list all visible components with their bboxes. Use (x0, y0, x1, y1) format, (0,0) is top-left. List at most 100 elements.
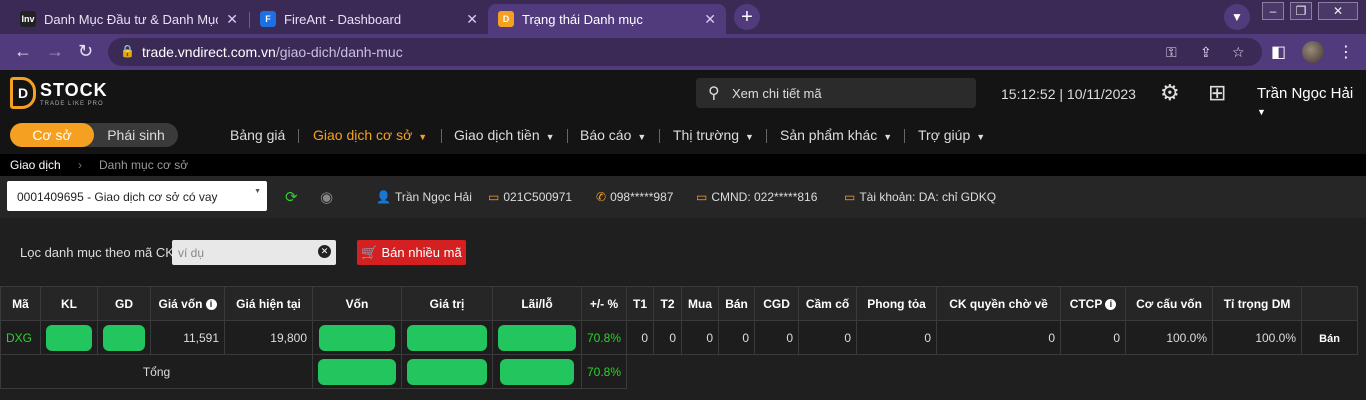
close-icon[interactable]: ✕ (466, 11, 478, 28)
close-icon[interactable]: ✕ (704, 11, 716, 28)
total-label: Tổng (0, 354, 313, 389)
cell-actions: Bán (1301, 320, 1359, 355)
col-header[interactable]: T2 (653, 286, 683, 321)
menu-label: Bảng giá (230, 127, 286, 143)
col-header[interactable]: Phong tỏa (856, 286, 938, 321)
close-icon[interactable]: ✕ (226, 11, 238, 28)
key-icon[interactable]: ⚿ (1166, 44, 1177, 61)
cell-symbol[interactable]: DXG (0, 320, 41, 355)
cell-pnl-redacted (492, 320, 582, 355)
browser-tab[interactable]: F FireAnt - Dashboard ✕ (250, 4, 488, 34)
profile-avatar[interactable] (1302, 41, 1324, 63)
table-header-row: Mã KL GD Giá vốn i Giá hiện tại Vốn Giá t… (0, 286, 1359, 321)
col-header[interactable]: CK quyền chờ về (936, 286, 1062, 321)
hide-eye-icon[interactable]: ◉ (320, 188, 333, 206)
menu-label: Giao dịch cơ sở (313, 127, 413, 143)
table-row[interactable]: DXG 11,591 19,800 70.8% 0 0 0 0 0 0 0 0 … (0, 320, 1359, 355)
browser-tab-active[interactable]: D Trạng thái Danh mục ✕ (488, 4, 726, 34)
inv-favicon-icon: Inv (20, 11, 36, 27)
filter-label: Lọc danh mục theo mã CK (20, 245, 174, 260)
col-header-ctcp[interactable]: CTCP i (1060, 286, 1127, 321)
lock-icon: 🔒 (120, 44, 135, 58)
col-header[interactable]: Mua (681, 286, 720, 321)
menu-bang-gia[interactable]: Bảng giá (230, 127, 285, 143)
reload-icon[interactable]: ↻ (78, 41, 93, 62)
dstock-logo[interactable]: D STOCK TRADE LIKE PRO (10, 77, 108, 109)
minimize-icon[interactable]: – (1262, 2, 1284, 20)
info-icon[interactable]: i (1105, 298, 1117, 310)
menu-tro-giup[interactable]: Trợ giúp ▼ (918, 127, 985, 143)
sell-many-label: Bán nhiều mã (381, 245, 462, 260)
url-path: /giao-dich/danh-muc (275, 44, 403, 60)
forward-arrow-icon[interactable]: → (46, 41, 64, 62)
col-header[interactable]: +/- % (580, 286, 628, 321)
bookmark-star-icon[interactable]: ☆ (1232, 44, 1245, 61)
col-header[interactable]: CGD (754, 286, 800, 321)
user-icon: 👤 (376, 190, 391, 204)
menu-divider (766, 129, 767, 143)
cell-pledge: 0 (798, 320, 858, 355)
share-icon[interactable]: ⇪ (1200, 44, 1212, 61)
logo-mark: D (10, 77, 36, 109)
col-header[interactable]: Cơ cấu vốn (1125, 286, 1214, 321)
chevron-right-icon: › (78, 158, 82, 172)
gear-icon[interactable]: ⚙ (1160, 80, 1180, 106)
total-pct: 70.8% (580, 354, 628, 389)
side-panel-icon[interactable]: ◧ (1271, 42, 1286, 62)
kebab-menu-icon[interactable]: ⋮ (1338, 42, 1354, 62)
col-header[interactable]: Giá trị (401, 286, 493, 321)
account-bar: 0001409695 - Giao dịch cơ sở có vay ▼ ⟳ … (0, 176, 1366, 218)
window-close-icon[interactable]: ✕ (1318, 2, 1358, 20)
breadcrumb-root[interactable]: Giao dịch (10, 158, 61, 172)
restore-icon[interactable]: ❐ (1290, 2, 1312, 20)
filter-symbol-input[interactable]: ví dụ ✕ (172, 240, 336, 265)
address-bar[interactable]: 🔒 trade.vndirect.com.vn/giao-dich/danh-m… (108, 38, 1262, 66)
new-tab-button[interactable]: + (734, 4, 760, 30)
dstock-favicon-icon: D (498, 11, 514, 27)
tab-search-chevron-icon[interactable]: ▼ (1224, 4, 1250, 30)
col-header[interactable]: Tỉ trọng DM (1212, 286, 1303, 321)
user-menu[interactable]: Trần Ngọc Hải ▼ (1257, 85, 1366, 119)
toggle-co-so[interactable]: Cơ sở (10, 123, 94, 147)
filter-placeholder: ví dụ (178, 246, 205, 260)
col-header[interactable]: GD (97, 286, 151, 321)
menu-thi-truong[interactable]: Thị trường ▼ (673, 127, 754, 143)
market-toggle: Cơ sở Phái sinh (10, 123, 178, 147)
col-header-cost-price[interactable]: Giá vốn i (150, 286, 225, 321)
col-header[interactable]: Vốn (312, 286, 402, 321)
menu-divider (904, 129, 905, 143)
toggle-phai-sinh[interactable]: Phái sinh (94, 123, 178, 147)
account-select[interactable]: 0001409695 - Giao dịch cơ sở có vay ▼ (7, 181, 267, 211)
portfolio-table: Mã KL GD Giá vốn i Giá hiện tại Vốn Giá t… (0, 286, 1359, 389)
breadcrumb: Giao dịch › Danh mục cơ sở (0, 154, 1366, 176)
col-header[interactable]: Cầm cố (798, 286, 858, 321)
url-text: trade.vndirect.com.vn/giao-dich/danh-muc (142, 44, 403, 60)
sell-many-button[interactable]: 🛒 Bán nhiều mã (357, 240, 466, 265)
id-card-icon: ▭ (696, 190, 708, 204)
col-header[interactable]: Bán (718, 286, 756, 321)
total-pnl-redacted (492, 354, 582, 389)
col-header[interactable]: Giá hiện tại (224, 286, 313, 321)
menu-san-pham-khac[interactable]: Sản phẩm khác ▼ (780, 127, 892, 143)
apps-grid-icon[interactable]: ⊞ (1208, 80, 1226, 106)
col-header[interactable]: T1 (626, 286, 655, 321)
account-phone: ✆ 098*****987 (596, 190, 673, 204)
tab-title: Trạng thái Danh mục (522, 11, 643, 27)
browser-tab[interactable]: Inv Danh Mục Đầu tư & Danh Mục T ✕ (10, 4, 248, 34)
col-header[interactable]: Mã (0, 286, 41, 321)
account-holder-name: Trần Ngọc Hải (394, 190, 472, 204)
redaction-mark (319, 324, 395, 351)
clear-icon[interactable]: ✕ (318, 245, 331, 258)
cell-t1: 0 (626, 320, 655, 355)
info-icon[interactable]: i (205, 298, 217, 310)
refresh-icon[interactable]: ⟳ (285, 188, 298, 206)
sell-button[interactable]: Bán (1319, 333, 1340, 345)
back-arrow-icon[interactable]: ← (14, 41, 32, 62)
stock-search-input[interactable]: ⚲ Xem chi tiết mã (696, 78, 976, 108)
menu-giao-dich-tien[interactable]: Giao dịch tiền ▼ (454, 127, 555, 143)
menu-giao-dich-co-so[interactable]: Giao dịch cơ sở ▼ (313, 127, 427, 143)
col-header[interactable]: Lãi/lỗ (492, 286, 582, 321)
menu-bao-cao[interactable]: Báo cáo ▼ (580, 127, 646, 143)
col-header[interactable]: KL (40, 286, 98, 321)
main-menu: Cơ sở Phái sinh Bảng giá Giao dịch cơ sở… (0, 118, 1366, 154)
